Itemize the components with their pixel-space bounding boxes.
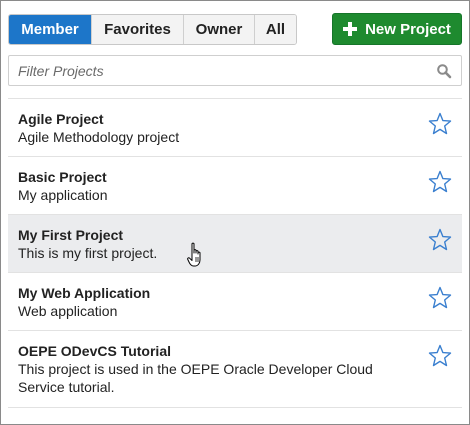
project-name[interactable]: Basic Project [18,168,412,186]
project-item-my-first-project[interactable]: My First Project This is my first projec… [8,215,462,273]
tab-member[interactable]: Member [9,15,92,44]
new-project-label: New Project [365,20,451,38]
plus-icon [343,22,358,36]
filter-projects-field [8,55,462,86]
tab-all[interactable]: All [255,15,296,44]
projects-panel: Member Favorites Owner All New Project A… [0,0,470,425]
project-item-my-web-application[interactable]: My Web Application Web application [8,273,462,331]
project-item-basic-project[interactable]: Basic Project My application [8,157,462,215]
project-description: This is my first project. [18,245,158,261]
star-icon[interactable] [428,344,452,367]
star-icon[interactable] [428,170,452,193]
project-description: My application [18,187,108,203]
new-project-button[interactable]: New Project [332,13,462,45]
tab-owner[interactable]: Owner [184,15,255,44]
project-name[interactable]: Agile Project [18,110,412,128]
star-icon[interactable] [428,228,452,251]
project-item-oepe-odevcs-tutorial[interactable]: OEPE ODevCS Tutorial This project is use… [8,331,462,408]
filter-projects-input[interactable] [9,56,461,85]
project-name[interactable]: OEPE ODevCS Tutorial [18,342,412,360]
project-description: This project is used in the OEPE Oracle … [18,361,373,395]
project-list: Agile Project Agile Methodology project … [8,98,462,410]
search-icon[interactable] [436,63,452,79]
project-item-agile-project[interactable]: Agile Project Agile Methodology project [8,99,462,157]
project-name[interactable]: My First Project [18,226,412,244]
project-description: Agile Methodology project [18,129,180,145]
star-icon[interactable] [428,286,452,309]
project-filter-tabs: Member Favorites Owner All [8,14,297,45]
star-icon[interactable] [428,112,452,135]
project-description: Web application [18,303,118,319]
tab-favorites[interactable]: Favorites [92,15,184,44]
project-name[interactable]: My Web Application [18,284,412,302]
